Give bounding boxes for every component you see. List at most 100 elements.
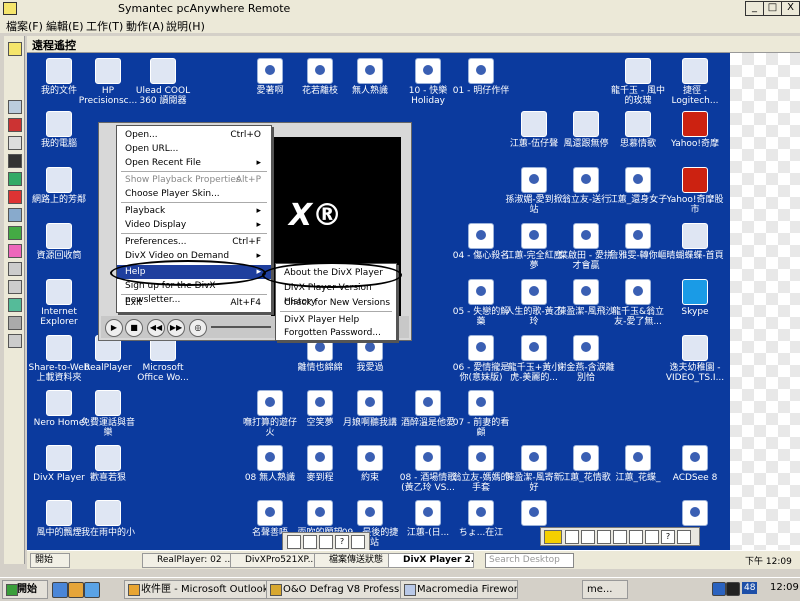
task-fireworks[interactable]: Macromedia Fireworks M... [400, 580, 518, 599]
tool-icon[interactable] [8, 316, 22, 330]
media-file-icon[interactable]: 無人熟識 [339, 58, 401, 96]
remote-task-divx-player[interactable]: DivX Player 2.6 [388, 553, 474, 568]
menu-action[interactable]: 動作(A) [126, 18, 164, 34]
media-file-icon[interactable]: 詹雅雯-轉你嶇 [607, 223, 669, 261]
tool-icon[interactable] [8, 136, 22, 150]
desktop-icon[interactable]: Microsoft Office Wo... [132, 335, 194, 383]
desktop-icon[interactable]: 資源回收筒 [28, 223, 90, 261]
menu-item-playback[interactable]: Playback ▸ [117, 204, 271, 218]
media-file-icon[interactable]: 龍千玉 - 風中的玫瑰 [607, 58, 669, 106]
stop-button[interactable]: ■ [125, 319, 143, 337]
toolbar-icon[interactable] [303, 535, 317, 549]
tool-icon[interactable] [8, 172, 22, 186]
desktop-icon[interactable]: 我在雨中的小 [77, 500, 139, 538]
desktop-icon[interactable]: 晴蝴蝶蝶-首頁 [664, 223, 726, 261]
media-file-icon[interactable]: 龍千玉&翁立友-愛了無... [607, 279, 669, 327]
menu-item-player-skin[interactable]: Choose Player Skin... [117, 187, 271, 201]
desktop-icon[interactable]: 我的電腦 [28, 111, 90, 149]
maximize-button[interactable]: □ [763, 1, 782, 16]
media-file-icon[interactable]: 07 - 前妻的看顧 [450, 390, 512, 438]
menu-item-open[interactable]: Open... Ctrl+O [117, 128, 271, 142]
remote-task-realplayer[interactable]: RealPlayer: 02 ... [142, 553, 240, 568]
media-file-icon[interactable]: 江蕙_花蝶_ [607, 445, 669, 483]
rewind-button[interactable]: ◀◀ [147, 319, 165, 337]
task-defrag[interactable]: O&O Defrag V8 Professio... [266, 580, 414, 599]
tool-icon[interactable] [8, 100, 22, 114]
desktop-icon[interactable]: Internet Explorer [28, 279, 90, 327]
desktop-icon[interactable]: 歡喜若狠 [77, 445, 139, 483]
tray-icon[interactable] [726, 582, 740, 596]
play-button[interactable]: ▶ [105, 319, 123, 337]
media-file-icon[interactable]: 思慕情歌 [607, 111, 669, 149]
menu-help[interactable]: 說明(H) [166, 18, 205, 34]
pcanywhere-app-icon[interactable] [3, 2, 17, 15]
minimize-button[interactable]: _ [745, 1, 764, 16]
media-file-icon[interactable] [503, 500, 565, 528]
help-icon[interactable]: ? [661, 530, 675, 544]
menu-item-check-versions[interactable]: Check for New Versions [276, 296, 396, 310]
toolbar-icon[interactable] [287, 535, 301, 549]
remote-task-divxpro[interactable]: DivXPro521XP... [230, 553, 324, 568]
close-button[interactable]: X [781, 1, 800, 16]
yahoo-icon[interactable]: Yahoo!奇摩股市 [664, 167, 726, 215]
expand-icon[interactable] [8, 42, 22, 56]
toolbar-icon[interactable] [597, 530, 611, 544]
tool-icon[interactable] [8, 244, 22, 258]
media-file-icon[interactable]: ACDSee 8 [664, 445, 726, 483]
desktop-icon[interactable]: 捷徑 - Logitech... [664, 58, 726, 106]
media-file-icon[interactable]: 01 - 明仔作伴 [450, 58, 512, 96]
media-file-icon[interactable]: 月娘啊聽我講 [339, 390, 401, 428]
input-method-icon[interactable] [544, 530, 562, 544]
toolbar-icon[interactable] [581, 530, 595, 544]
tool-icon[interactable] [8, 154, 22, 168]
menu-tools[interactable]: 工作(T) [86, 18, 123, 34]
menu-file[interactable]: 檔案(F) [6, 18, 43, 34]
task-partial[interactable]: me... [582, 580, 628, 599]
menu-item-player-help[interactable]: DivX Player Help [276, 313, 396, 327]
options-button[interactable]: ◎ [189, 319, 207, 337]
tool-icon[interactable] [8, 298, 22, 312]
media-file-icon[interactable]: 約束 [339, 445, 401, 483]
tool-icon[interactable] [8, 208, 22, 222]
menu-item-preferences[interactable]: Preferences... Ctrl+F [117, 235, 271, 249]
menu-item-open-url[interactable]: Open URL... [117, 142, 271, 156]
menu-item-open-recent[interactable]: Open Recent File ▸ [117, 156, 271, 170]
tool-icon[interactable] [8, 280, 22, 294]
desktop-search-input[interactable]: Search Desktop [485, 553, 574, 568]
task-outlook[interactable]: 收件匣 - Microsoft Outlook [124, 580, 280, 599]
toolbar-icon[interactable] [645, 530, 659, 544]
tool-icon[interactable] [8, 226, 22, 240]
desktop-icon[interactable]: Ulead COOL 360 讀閱器 [132, 58, 194, 106]
remote-task-transfer[interactable]: 檔案傳送狀態 [314, 553, 398, 568]
ie-icon[interactable] [52, 582, 68, 598]
outlook-icon[interactable] [68, 582, 84, 598]
skype-icon[interactable]: Skype [664, 279, 726, 317]
remote-start-button[interactable]: 開始 [30, 553, 70, 568]
media-file-icon[interactable] [664, 500, 726, 528]
menu-item-exit[interactable]: Exit Alt+F4 [117, 296, 271, 310]
desktop-icon[interactable]: 網路上的芳鄰 [28, 167, 90, 205]
tool-icon[interactable] [8, 118, 22, 132]
forward-button[interactable]: ▶▶ [167, 319, 185, 337]
start-button[interactable]: 開始 [2, 580, 48, 599]
media-file-icon[interactable]: 江蕙_還身女子 [607, 167, 669, 205]
desktop-icon[interactable]: HP Precisionsc... [77, 58, 139, 106]
media-file-icon[interactable]: 謝金燕-含淚離別恰 [555, 335, 617, 383]
menu-item-video-display[interactable]: Video Display ▸ [117, 218, 271, 232]
tool-icon[interactable] [8, 262, 22, 276]
tray-icon[interactable] [712, 582, 726, 596]
yahoo-icon[interactable]: Yahoo!奇摩 [664, 111, 726, 149]
volume-slider[interactable] [211, 326, 271, 328]
tool-icon[interactable] [8, 334, 22, 348]
desktop-icon[interactable]: 免費運話與音樂 [77, 390, 139, 438]
help-icon[interactable]: ? [335, 535, 349, 549]
toolbar-icon[interactable] [629, 530, 643, 544]
media-icon[interactable] [84, 582, 100, 598]
toolbar-icon[interactable] [677, 530, 691, 544]
desktop-icon[interactable]: 逸夫幼稚園 - VIDEO_TS.I... [664, 335, 726, 383]
toolbar-icon[interactable] [319, 535, 333, 549]
menu-edit[interactable]: 編輯(E) [46, 18, 84, 34]
menu-item-forgotten-password[interactable]: Forgotten Password... [276, 326, 396, 340]
toolbar-icon[interactable] [351, 535, 365, 549]
toolbar-icon[interactable] [565, 530, 579, 544]
